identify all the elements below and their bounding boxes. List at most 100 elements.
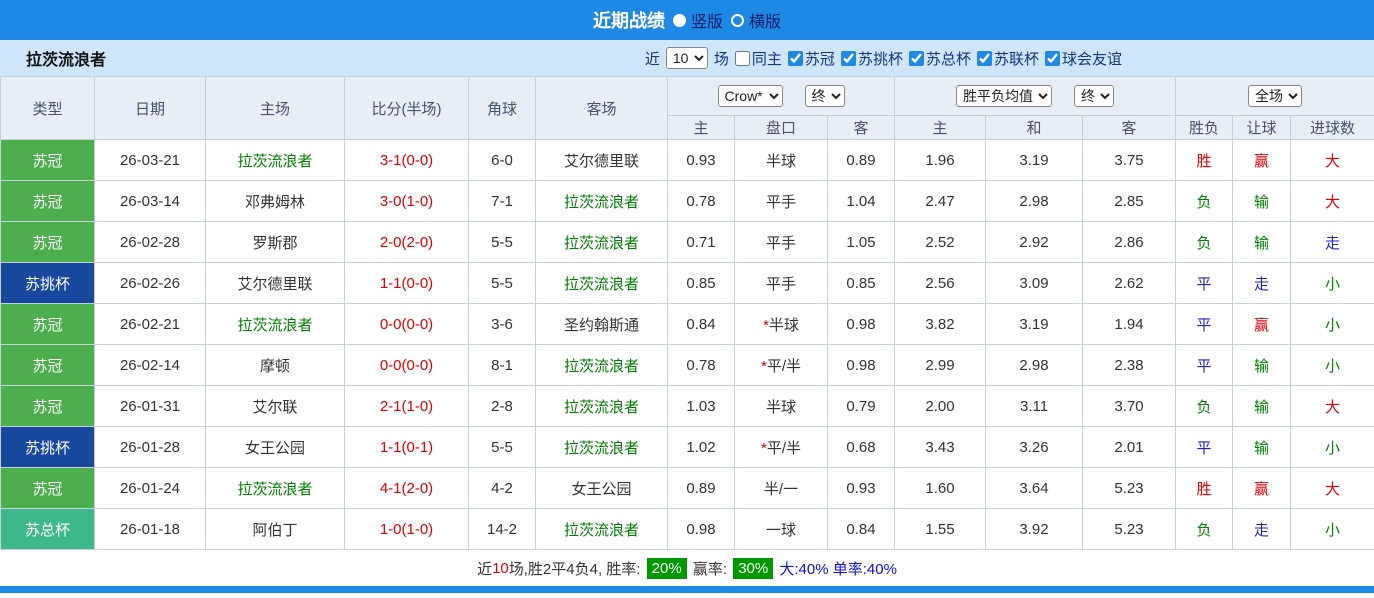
away-team-cell: 拉茨流浪者 xyxy=(536,427,668,468)
checkbox-input[interactable] xyxy=(788,51,803,66)
avg-home-cell: 3.82 xyxy=(895,304,986,345)
checkbox-label: 苏挑杯 xyxy=(858,48,903,69)
avg-home-cell: 2.99 xyxy=(895,345,986,386)
filter-checkbox-同主[interactable]: 同主 xyxy=(735,48,782,69)
filter-checkbox-苏挑杯[interactable]: 苏挑杯 xyxy=(841,48,903,69)
avg-away-cell: 2.85 xyxy=(1083,181,1176,222)
odds-home-cell: 0.84 xyxy=(668,304,735,345)
result-handicap-cell: 赢 xyxy=(1233,468,1291,509)
corner-cell: 5-5 xyxy=(469,263,536,304)
odds-away-cell: 1.05 xyxy=(828,222,895,263)
score-cell: 3-0(1-0) xyxy=(345,181,469,222)
result-wdl-cell: 平 xyxy=(1176,345,1233,386)
bookmaker-select[interactable]: Crow* xyxy=(718,85,783,107)
date-cell: 26-01-18 xyxy=(95,509,206,550)
checkbox-input[interactable] xyxy=(1045,51,1060,66)
col-header-corner: 角球 xyxy=(469,77,536,140)
odds-away-cell: 0.79 xyxy=(828,386,895,427)
date-cell: 26-01-31 xyxy=(95,386,206,427)
result-goal-cell: 小 xyxy=(1291,509,1374,550)
avg-time-select[interactable]: 终 xyxy=(1074,85,1114,107)
odds-line-cell: 半/一 xyxy=(735,468,828,509)
home-team-cell: 艾尔联 xyxy=(206,386,345,427)
avg-away-cell: 2.62 xyxy=(1083,263,1176,304)
avg-odds-group-header: 胜平负均值 终 xyxy=(895,77,1176,116)
score-cell: 0-0(0-0) xyxy=(345,304,469,345)
footer-segment: 20% xyxy=(647,558,687,579)
result-goal-cell: 大 xyxy=(1291,140,1374,181)
match-count-select[interactable]: 10 xyxy=(666,47,708,69)
league-cell: 苏冠 xyxy=(1,181,95,222)
radio-unselected-icon[interactable] xyxy=(731,14,744,27)
odds-line-cell: 半球 xyxy=(735,386,828,427)
avg-odds-select[interactable]: 胜平负均值 xyxy=(956,85,1052,107)
result-wdl-cell: 负 xyxy=(1176,181,1233,222)
odds-home-cell: 1.03 xyxy=(668,386,735,427)
home-team-cell: 艾尔德里联 xyxy=(206,263,345,304)
league-cell: 苏冠 xyxy=(1,386,95,427)
filter-checkbox-苏联杯[interactable]: 苏联杯 xyxy=(977,48,1039,69)
corner-cell: 8-1 xyxy=(469,345,536,386)
subcol-odds-away: 客 xyxy=(828,116,895,140)
score-cell: 2-1(1-0) xyxy=(345,386,469,427)
table-row: 苏冠26-01-31艾尔联2-1(1-0)2-8拉茨流浪者1.03半球0.792… xyxy=(1,386,1374,427)
result-goal-cell: 小 xyxy=(1291,345,1374,386)
subcol-result-wdl: 胜负 xyxy=(1176,116,1233,140)
filter-checkbox-苏冠[interactable]: 苏冠 xyxy=(788,48,835,69)
footer-segment: 近 xyxy=(477,558,492,579)
checkbox-input[interactable] xyxy=(977,51,992,66)
odds-time-select[interactable]: 终 xyxy=(805,85,845,107)
odds-away-cell: 0.98 xyxy=(828,345,895,386)
odds-home-cell: 0.89 xyxy=(668,468,735,509)
radio-vertical-label: 竖版 xyxy=(691,8,723,32)
table-row: 苏冠26-03-21拉茨流浪者3-1(0-0)6-0艾尔德里联0.93半球0.8… xyxy=(1,140,1374,181)
checkbox-input[interactable] xyxy=(735,51,750,66)
odds-line-cell: *半球 xyxy=(735,304,828,345)
home-team-cell: 摩顿 xyxy=(206,345,345,386)
home-team-cell: 阿伯丁 xyxy=(206,509,345,550)
result-handicap-cell: 走 xyxy=(1233,263,1291,304)
score-cell: 2-0(2-0) xyxy=(345,222,469,263)
away-team-cell: 圣约翰斯通 xyxy=(536,304,668,345)
date-cell: 26-02-26 xyxy=(95,263,206,304)
league-cell: 苏挑杯 xyxy=(1,263,95,304)
away-team-cell: 拉茨流浪者 xyxy=(536,509,668,550)
table-row: 苏冠26-02-28罗斯郡2-0(2-0)5-5拉茨流浪者0.71平手1.052… xyxy=(1,222,1374,263)
avg-home-cell: 2.52 xyxy=(895,222,986,263)
avg-away-cell: 5.23 xyxy=(1083,468,1176,509)
radio-selected-icon[interactable] xyxy=(673,14,686,27)
date-cell: 26-03-14 xyxy=(95,181,206,222)
filter-controls: 近 10 场 同主苏冠苏挑杯苏总杯苏联杯球会友谊 xyxy=(645,47,1122,69)
footer-segment: 场,胜2平4负4, 胜率: xyxy=(509,558,645,579)
team-name: 拉茨流浪者 xyxy=(26,46,106,70)
filter-checkbox-球会友谊[interactable]: 球会友谊 xyxy=(1045,48,1122,69)
asian-odds-group-header: Crow* 终 xyxy=(668,77,895,116)
avg-home-cell: 1.96 xyxy=(895,140,986,181)
checkbox-input[interactable] xyxy=(841,51,856,66)
result-handicap-cell: 输 xyxy=(1233,345,1291,386)
odds-line-cell: 平手 xyxy=(735,263,828,304)
avg-draw-cell: 3.11 xyxy=(986,386,1083,427)
checkbox-input[interactable] xyxy=(909,51,924,66)
avg-draw-cell: 3.09 xyxy=(986,263,1083,304)
layout-radio-horizontal[interactable]: 横版 xyxy=(731,8,781,32)
layout-radio-vertical[interactable]: 竖版 xyxy=(673,8,723,32)
col-header-home: 主场 xyxy=(206,77,345,140)
avg-away-cell: 2.01 xyxy=(1083,427,1176,468)
checkbox-label: 同主 xyxy=(752,48,782,69)
subcol-result-goals: 进球数 xyxy=(1291,116,1374,140)
league-cell: 苏总杯 xyxy=(1,509,95,550)
filter-checkbox-苏总杯[interactable]: 苏总杯 xyxy=(909,48,971,69)
result-handicap-cell: 赢 xyxy=(1233,140,1291,181)
near-label: 近 xyxy=(645,48,660,69)
scope-select[interactable]: 全场 xyxy=(1248,85,1302,107)
bottom-bar xyxy=(0,586,1374,593)
avg-draw-cell: 3.64 xyxy=(986,468,1083,509)
subcol-odds-line: 盘口 xyxy=(735,116,828,140)
home-team-cell: 拉茨流浪者 xyxy=(206,304,345,345)
league-cell: 苏挑杯 xyxy=(1,427,95,468)
checkbox-label: 苏冠 xyxy=(805,48,835,69)
date-cell: 26-01-24 xyxy=(95,468,206,509)
checkbox-label: 苏联杯 xyxy=(994,48,1039,69)
avg-draw-cell: 3.26 xyxy=(986,427,1083,468)
